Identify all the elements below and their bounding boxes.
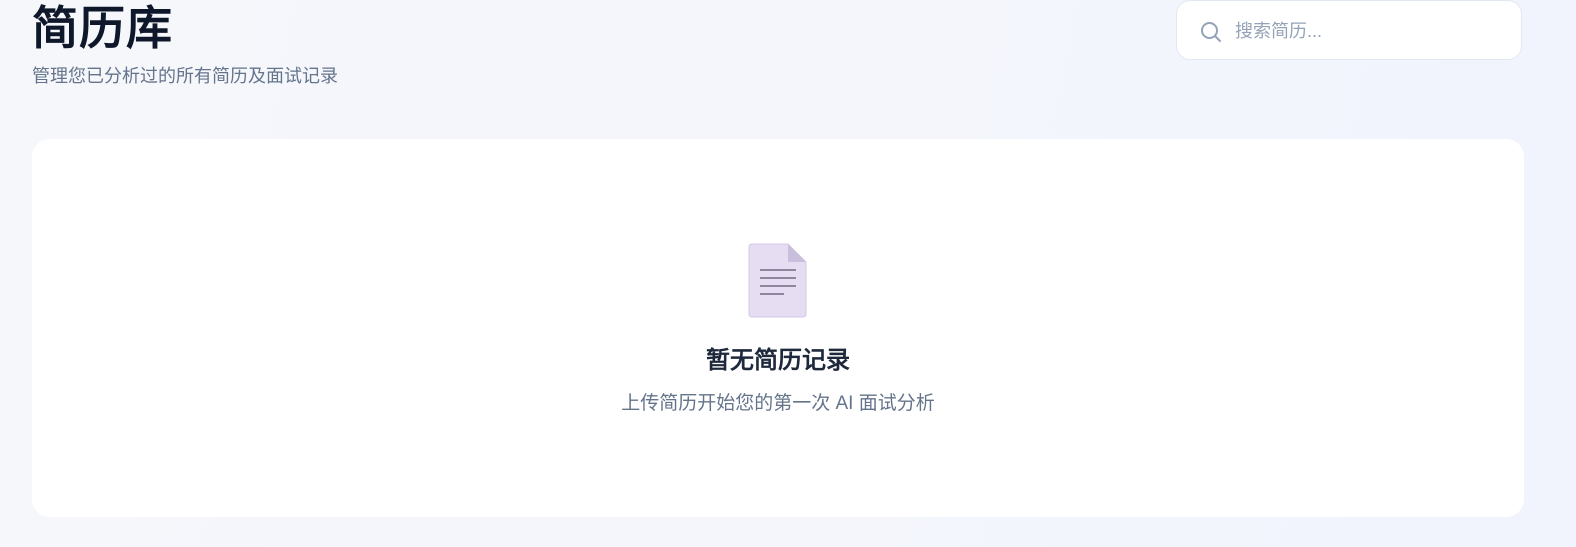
page-title: 简历库 [32, 2, 173, 54]
page-subtitle: 管理您已分析过的所有简历及面试记录 [32, 66, 338, 86]
empty-state-card: 暂无简历记录 上传简历开始您的第一次 AI 面试分析 [32, 139, 1524, 517]
search-input[interactable] [1235, 13, 1505, 49]
search-icon [1199, 20, 1223, 44]
search-box[interactable] [1176, 0, 1522, 60]
empty-state-title: 暂无简历记录 [706, 347, 850, 374]
document-icon [748, 242, 808, 318]
empty-state-description: 上传简历开始您的第一次 AI 面试分析 [621, 393, 935, 414]
